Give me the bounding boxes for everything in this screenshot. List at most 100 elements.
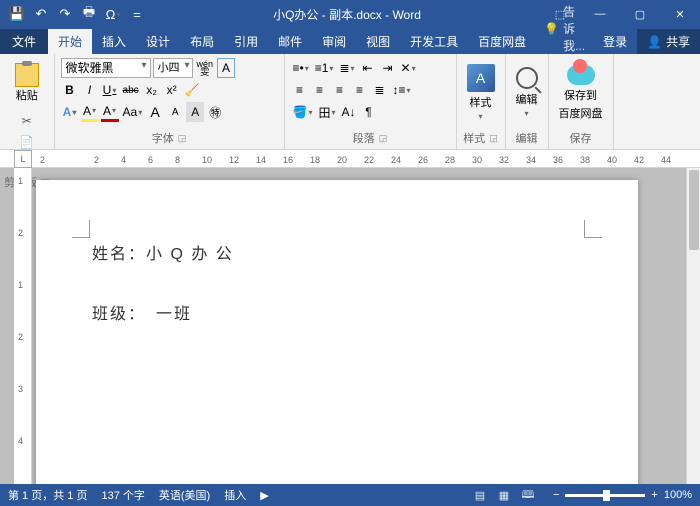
word-count[interactable]: 137 个字 xyxy=(101,487,144,503)
increase-indent-button[interactable]: ⇥ xyxy=(379,58,397,78)
align-justify-button[interactable]: ≡ xyxy=(351,80,369,100)
italic-button[interactable]: I xyxy=(81,80,99,100)
tab-baidu[interactable]: 百度网盘 xyxy=(468,29,536,54)
save-group: 保存到 百度网盘 保存 xyxy=(549,54,614,149)
page-count[interactable]: 第 1 页，共 1 页 xyxy=(8,487,87,503)
page[interactable]: 姓名：小 Q 办 公 班级： 一班 xyxy=(36,180,638,484)
login-button[interactable]: 登录 xyxy=(593,29,637,54)
align-left-button[interactable]: ≡ xyxy=(291,80,309,100)
ruler-tick: 10 xyxy=(202,155,212,165)
quick-access-toolbar: 💾 ↶ ↷ 🖶 Ω = xyxy=(0,3,154,25)
line-spacing-button[interactable]: ↕≡ xyxy=(391,80,413,100)
copy-button[interactable]: 📄 xyxy=(17,132,37,152)
save-button[interactable]: 💾 xyxy=(6,3,28,25)
font-launcher[interactable]: ◲ xyxy=(178,133,187,144)
char-shading-button[interactable]: A xyxy=(186,102,204,122)
cut-button[interactable]: ✂ xyxy=(17,111,37,131)
ruler-tick: 40 xyxy=(607,155,617,165)
tab-developer[interactable]: 开发工具 xyxy=(400,29,468,54)
char-border-button[interactable]: A xyxy=(217,58,235,78)
borders-button[interactable]: 田 xyxy=(316,102,337,122)
asian-layout-button[interactable]: ✕ xyxy=(399,58,418,78)
paste-button[interactable]: 粘贴 xyxy=(8,56,46,110)
find-button[interactable]: 编辑 ▾ xyxy=(510,67,544,118)
decrease-indent-button[interactable]: ⇤ xyxy=(359,58,377,78)
shrink-font-button[interactable]: A xyxy=(166,102,184,122)
font-name-select[interactable]: 微软雅黑 xyxy=(61,58,151,78)
enclose-char-button[interactable]: ㊕ xyxy=(206,102,224,122)
phonetic-guide-button[interactable]: wén雯 xyxy=(195,58,216,78)
change-case-button[interactable]: Aa xyxy=(121,102,145,122)
tab-design[interactable]: 设计 xyxy=(136,29,180,54)
maximize-button[interactable]: ▢ xyxy=(620,0,660,28)
styles-button[interactable]: A 样式 ▾ xyxy=(461,64,501,121)
clear-format-button[interactable]: 🧹 xyxy=(183,80,202,100)
font-color-button[interactable]: A xyxy=(101,102,119,122)
tab-view[interactable]: 视图 xyxy=(356,29,400,54)
vertical-ruler[interactable]: 121234 xyxy=(14,168,32,484)
omega-button[interactable]: Ω xyxy=(102,3,124,25)
cloud-icon xyxy=(567,65,595,85)
clipboard-icon xyxy=(15,63,39,87)
align-center-button[interactable]: ≡ xyxy=(311,80,329,100)
close-button[interactable]: ✕ xyxy=(660,0,700,28)
strikethrough-button[interactable]: abc xyxy=(121,80,141,100)
eq-button[interactable]: = xyxy=(126,3,148,25)
distribute-button[interactable]: ≣ xyxy=(371,80,389,100)
redo-button[interactable]: ↷ xyxy=(54,3,76,25)
print-layout-button[interactable]: ▦ xyxy=(493,487,515,503)
zoom-thumb[interactable] xyxy=(603,490,610,501)
ruler-tick: 12 xyxy=(229,155,239,165)
scrollbar-thumb[interactable] xyxy=(689,170,699,250)
tab-selector[interactable]: L xyxy=(14,150,32,168)
styles-icon: A xyxy=(467,64,495,92)
tab-references[interactable]: 引用 xyxy=(224,29,268,54)
grow-font-button[interactable]: A xyxy=(146,102,164,122)
paragraph-launcher[interactable]: ◲ xyxy=(379,133,388,144)
doc-line-2[interactable]: 班级： 一班 xyxy=(92,300,582,324)
web-layout-button[interactable]: 🕮 xyxy=(517,487,539,503)
document-pane[interactable]: 姓名：小 Q 办 公 班级： 一班 xyxy=(32,168,700,484)
align-right-button[interactable]: ≡ xyxy=(331,80,349,100)
sort-button[interactable]: A↓ xyxy=(340,102,358,122)
tab-file[interactable]: 文件 xyxy=(0,29,48,54)
read-mode-button[interactable]: ▤ xyxy=(469,487,491,503)
zoom-in-button[interactable]: + xyxy=(651,489,657,501)
save-to-cloud-button[interactable]: 保存到 百度网盘 xyxy=(553,65,609,121)
numbering-button[interactable]: ≡1 xyxy=(313,58,336,78)
bullets-button[interactable]: ≡• xyxy=(291,58,311,78)
save-l1: 保存到 xyxy=(564,87,597,103)
language[interactable]: 英语(美国) xyxy=(159,487,210,503)
zoom-out-button[interactable]: − xyxy=(553,489,559,501)
ruler-tick: 14 xyxy=(256,155,266,165)
bold-button[interactable]: B xyxy=(61,80,79,100)
ruler-tick: 32 xyxy=(499,155,509,165)
horizontal-ruler[interactable]: L 22468101214161820222426283032343638404… xyxy=(0,150,700,168)
undo-button[interactable]: ↶ xyxy=(30,3,52,25)
tab-mailings[interactable]: 邮件 xyxy=(268,29,312,54)
ruler-tick: 8 xyxy=(175,155,180,165)
superscript-button[interactable]: x² xyxy=(163,80,181,100)
zoom-slider[interactable] xyxy=(565,494,645,497)
tab-insert[interactable]: 插入 xyxy=(92,29,136,54)
subscript-button[interactable]: x₂ xyxy=(143,80,161,100)
multilevel-button[interactable]: ≣ xyxy=(337,58,356,78)
vertical-scrollbar[interactable] xyxy=(686,168,700,484)
text-effects-button[interactable]: A xyxy=(61,102,79,122)
insert-mode[interactable]: 插入 xyxy=(224,487,246,503)
paragraph-group-label: 段落 xyxy=(353,130,375,146)
print-button[interactable]: 🖶 xyxy=(78,3,100,25)
styles-launcher[interactable]: ◲ xyxy=(489,133,498,144)
show-marks-button[interactable]: ¶ xyxy=(360,102,378,122)
doc-line-1[interactable]: 姓名：小 Q 办 公 xyxy=(92,240,582,264)
font-size-select[interactable]: 小四 xyxy=(153,58,193,78)
highlight-button[interactable]: A xyxy=(81,102,99,122)
tell-me-search[interactable]: 💡 告诉我... xyxy=(536,3,593,54)
share-button[interactable]: 👤 共享 xyxy=(637,29,700,54)
tab-home[interactable]: 开始 xyxy=(48,29,92,54)
underline-button[interactable]: U xyxy=(101,80,119,100)
zoom-level[interactable]: 100% xyxy=(664,489,692,501)
tab-layout[interactable]: 布局 xyxy=(180,29,224,54)
tab-review[interactable]: 审阅 xyxy=(312,29,356,54)
shading-button[interactable]: 🪣 xyxy=(291,102,315,122)
